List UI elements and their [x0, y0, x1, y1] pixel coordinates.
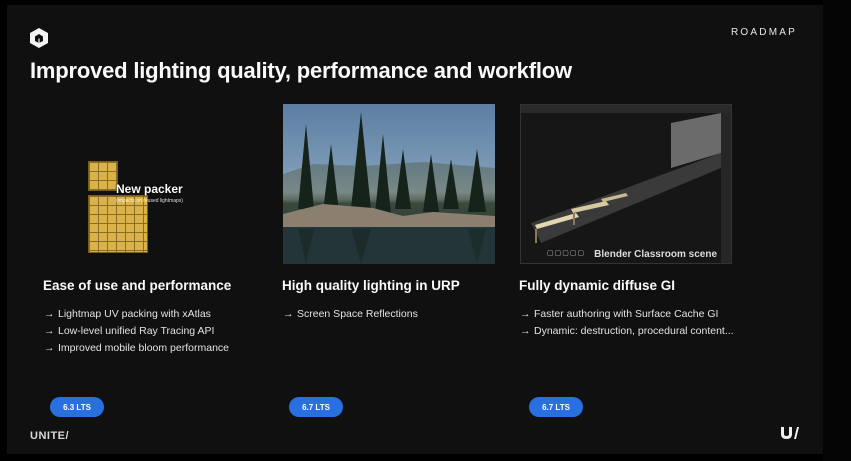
bullet-list: → Lightmap UV packing with xAtlas → Low-le… — [44, 306, 256, 357]
lake-forest-image — [283, 104, 495, 264]
list-item: → Improved mobile bloom performance — [44, 340, 256, 357]
editor-side-panel — [721, 113, 731, 263]
list-item: → Dynamic: destruction, procedural conten… — [520, 323, 734, 340]
column-heading: High quality lighting in URP — [282, 278, 460, 293]
version-badge: 6.7 LTS — [289, 397, 343, 417]
bullet-list: → Faster authoring with Surface Cache GI … — [520, 306, 734, 340]
image-caption: Blender Classroom scene — [594, 249, 717, 260]
section-label: ROADMAP — [731, 27, 797, 38]
arrow-right-icon: → — [44, 325, 55, 337]
feature-column-dynamic-gi: ▢▢▢▢▢ Blender Classroom scene Fully dyna… — [519, 104, 734, 340]
feature-column-urp-lighting: High quality lighting in URP → Screen Spa… — [282, 104, 495, 323]
page-title: Improved lighting quality, performance a… — [30, 58, 572, 83]
list-item: → Lightmap UV packing with xAtlas — [44, 306, 256, 323]
arrow-right-icon: → — [520, 308, 531, 320]
arrow-right-icon: → — [44, 342, 55, 354]
column-heading: Ease of use and performance — [43, 278, 232, 293]
list-item: → Low-level unified Ray Tracing API — [44, 323, 256, 340]
list-item: → Faster authoring with Surface Cache GI — [520, 306, 732, 323]
bullet-list: → Screen Space Reflections — [283, 306, 495, 323]
column-heading: Fully dynamic diffuse GI — [519, 278, 676, 293]
lightmap-tile — [88, 161, 118, 191]
editor-menubar — [521, 105, 731, 113]
arrow-right-icon: → — [283, 308, 294, 320]
footer-brand: UNITE/ — [30, 430, 70, 442]
feature-column-ease-of-use: New packer (impacts on reused lightmaps)… — [43, 104, 256, 357]
frame-edge — [823, 0, 851, 461]
arrow-right-icon: → — [44, 308, 55, 320]
packer-label: New packer — [116, 182, 183, 196]
unity-cube-icon — [30, 28, 48, 48]
packer-sublabel: (impacts on reused lightmaps) — [116, 198, 183, 204]
version-badge: 6.7 LTS — [529, 397, 583, 417]
version-badge: 6.3 LTS — [50, 397, 104, 417]
unite-logo-icon — [781, 427, 799, 439]
asset-thumbnails: ▢▢▢▢▢ — [547, 250, 586, 257]
arrow-right-icon: → — [520, 325, 531, 337]
blender-classroom-screenshot: ▢▢▢▢▢ Blender Classroom scene — [520, 104, 732, 264]
list-item: → Screen Space Reflections — [283, 306, 495, 323]
new-packer-graphic: New packer (impacts on reused lightmaps) — [44, 104, 256, 264]
